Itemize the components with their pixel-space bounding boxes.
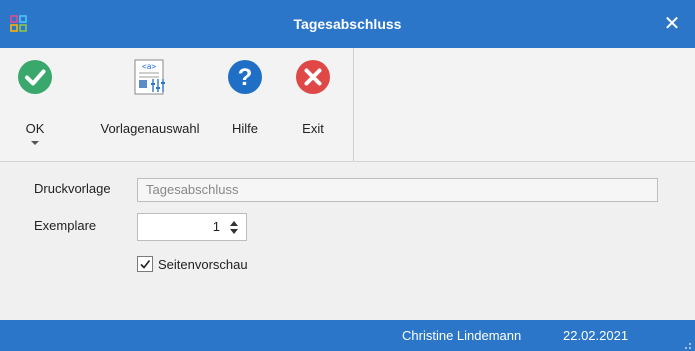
ribbon-group: OK <a> Vorlagenauswahl ? Hilfe Exit [0,48,354,161]
exit-button[interactable]: Exit [290,48,336,160]
dialog-window: Tagesabschluss ✕ OK <a> Vorlagenauswahl … [0,0,695,351]
hilfe-button[interactable]: ? Hilfe [222,48,268,160]
druckvorlage-field[interactable]: Tagesabschluss [137,178,658,202]
vorlagenauswahl-button[interactable]: <a> Vorlagenauswahl [88,48,212,160]
status-user: Christine Lindemann [402,328,522,343]
form-panel: Druckvorlage Tagesabschluss Exemplare 1 … [0,163,695,320]
chevron-down-icon[interactable] [31,141,39,145]
check-circle-icon [16,58,54,96]
hilfe-label: Hilfe [231,121,258,136]
spin-down-icon[interactable] [230,229,238,234]
ok-button[interactable]: OK [12,48,58,160]
seitenvorschau-checkbox[interactable] [137,256,153,272]
spin-up-icon[interactable] [230,221,238,226]
exit-label: Exit [302,121,324,136]
close-circle-icon [294,58,332,96]
ok-label: OK [25,121,45,136]
ribbon-toolbar: OK <a> Vorlagenauswahl ? Hilfe Exit [0,48,695,162]
svg-text:<a>: <a> [142,62,157,71]
vorlagenauswahl-label: Vorlagenauswahl [100,121,200,136]
exemplare-stepper[interactable]: 1 [137,213,247,241]
status-bar: Christine Lindemann 22.02.2021 [0,320,695,351]
druckvorlage-label: Druckvorlage [34,181,111,196]
window-title: Tagesabschluss [293,16,402,32]
close-icon: ✕ [663,13,681,35]
checkmark-icon [140,260,151,269]
template-settings-icon: <a> [131,58,169,96]
exemplare-value: 1 [212,219,220,234]
status-date: 22.02.2021 [563,328,629,343]
svg-text:?: ? [238,64,253,91]
exemplare-label: Exemplare [34,218,97,233]
resize-grip-icon[interactable] [682,338,692,349]
help-icon: ? [226,58,264,96]
close-button[interactable]: ✕ [649,0,695,48]
title-bar: Tagesabschluss ✕ [0,0,695,48]
seitenvorschau-label[interactable]: Seitenvorschau [158,257,248,272]
